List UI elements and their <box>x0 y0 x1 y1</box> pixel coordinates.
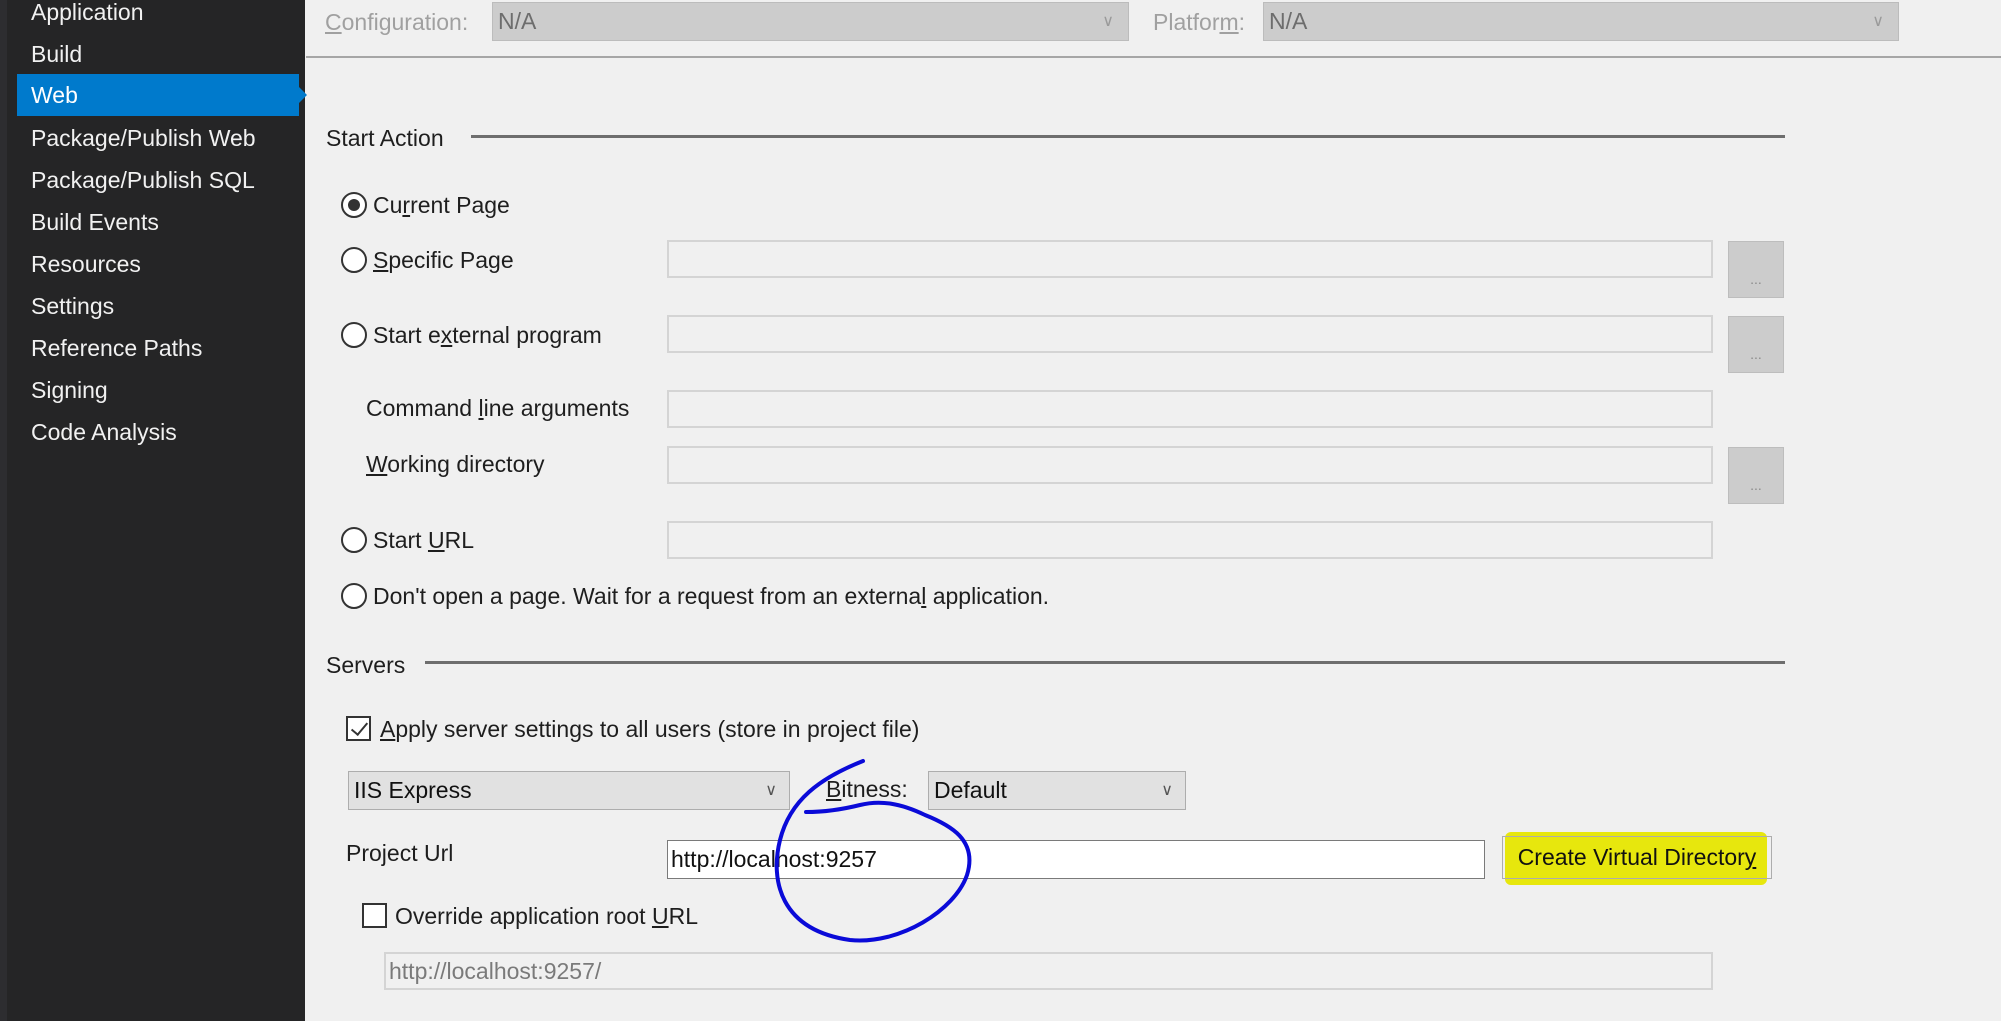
sidebar-item-package-publish-web[interactable]: Package/Publish Web <box>17 117 299 159</box>
specific-page-label[interactable]: Specific Page <box>373 247 514 274</box>
platform-label-accel: m <box>1219 9 1239 35</box>
command-line-arguments-input[interactable] <box>667 390 1713 428</box>
specific-page-input[interactable] <box>667 240 1713 278</box>
chevron-down-icon: ∨ <box>765 782 777 799</box>
label-pre: Start e <box>373 322 441 348</box>
label-pre: Cu <box>373 192 403 218</box>
platform-dropdown[interactable]: N/A ∨ <box>1263 2 1899 41</box>
override-root-url-label[interactable]: Override application root URL <box>395 903 698 930</box>
specific-page-browse-button[interactable]: ... <box>1728 241 1784 298</box>
working-directory-browse-button[interactable]: ... <box>1728 447 1784 504</box>
radio-start-external-program[interactable] <box>341 322 367 348</box>
label-pre: Start <box>373 527 428 553</box>
project-url-label: Project Url <box>346 840 454 866</box>
server-dropdown[interactable]: IIS Express ∨ <box>348 771 790 810</box>
create-virtual-directory-button[interactable]: Create Virtual Directory <box>1502 836 1772 879</box>
start-external-program-label[interactable]: Start external program <box>373 322 602 349</box>
external-program-browse-button[interactable]: ... <box>1728 316 1784 373</box>
label-accel: r <box>402 192 411 218</box>
sidebar-item-web[interactable]: Web <box>17 74 307 116</box>
override-root-url-input[interactable]: http://localhost:9257/ <box>384 952 1713 990</box>
start-action-rule <box>471 135 1785 138</box>
sidebar-item-build[interactable]: Build <box>17 33 299 75</box>
platform-label-pre: Platfor <box>1153 9 1220 35</box>
label-accel: W <box>366 451 388 477</box>
chevron-down-icon: ∨ <box>1102 13 1114 30</box>
label-accel: U <box>651 903 669 929</box>
label-accel: U <box>427 527 445 553</box>
start-url-input[interactable] <box>667 521 1713 559</box>
external-program-input[interactable] <box>667 315 1713 353</box>
sidebar-item-signing[interactable]: Signing <box>17 369 299 411</box>
platform-value: N/A <box>1269 8 1308 34</box>
working-directory-input[interactable] <box>667 446 1713 484</box>
sidebar-item-build-events[interactable]: Build Events <box>17 201 299 243</box>
sidebar-item-reference-paths[interactable]: Reference Paths <box>17 327 299 369</box>
server-value: IIS Express <box>354 777 472 803</box>
current-page-label[interactable]: Current Page <box>373 192 510 219</box>
label-post: application. <box>926 583 1050 609</box>
project-url-input[interactable]: http://localhost:9257 <box>667 840 1485 879</box>
bitness-label: Bitness: <box>826 776 908 803</box>
radio-start-url[interactable] <box>341 527 367 553</box>
platform-label: Platform: <box>1153 9 1245 36</box>
radio-current-page[interactable] <box>341 192 367 218</box>
sidebar-edge <box>0 0 7 1021</box>
sidebar-item-code-analysis[interactable]: Code Analysis <box>17 411 299 453</box>
sidebar-item-resources[interactable]: Resources <box>17 243 299 285</box>
label-accel: x <box>440 322 453 348</box>
configuration-dropdown[interactable]: N/A ∨ <box>492 2 1129 41</box>
sidebar: Application Build Web Package/Publish We… <box>0 0 307 1021</box>
override-root-url-checkbox[interactable] <box>362 903 387 928</box>
label-pre: Create Virtual Director <box>1517 844 1745 870</box>
working-directory-label: Working directory <box>366 451 545 478</box>
sidebar-item-application[interactable]: Application <box>17 0 299 33</box>
label-post: RL <box>668 903 698 929</box>
label-pre: Override application root <box>395 903 652 929</box>
configuration-label-post: onfiguration: <box>341 9 469 35</box>
label-post: RL <box>444 527 474 553</box>
label-post: ine arguments <box>483 395 630 421</box>
dont-open-page-label[interactable]: Don't open a page. Wait for a request fr… <box>373 583 1049 610</box>
sidebar-item-settings[interactable]: Settings <box>17 285 299 327</box>
label-post: ternal program <box>452 322 602 348</box>
apply-server-settings-checkbox[interactable] <box>346 716 371 741</box>
chevron-down-icon: ∨ <box>1161 782 1173 799</box>
label-post: rent Page <box>410 192 510 218</box>
label-post: pecific Page <box>388 247 514 273</box>
platform-label-post: : <box>1238 9 1246 35</box>
command-line-arguments-label: Command line arguments <box>366 395 629 422</box>
chevron-down-icon: ∨ <box>1872 13 1884 30</box>
label-accel: S <box>373 247 389 273</box>
radio-specific-page[interactable] <box>341 247 367 273</box>
servers-title: Servers <box>326 652 406 678</box>
start-action-title: Start Action <box>326 125 444 151</box>
servers-rule <box>425 661 1785 664</box>
configuration-label-accel: C <box>325 9 342 35</box>
label-accel: y <box>1744 844 1757 870</box>
configuration-value: N/A <box>498 8 537 34</box>
label-pre: Command <box>366 395 479 421</box>
sidebar-item-package-publish-sql[interactable]: Package/Publish SQL <box>17 159 299 201</box>
bitness-dropdown[interactable]: Default ∨ <box>928 771 1186 810</box>
apply-server-settings-label[interactable]: Apply server settings to all users (stor… <box>380 716 919 743</box>
label-pre: Don't open a page. Wait for a request fr… <box>373 583 922 609</box>
label-post: itness: <box>841 776 908 802</box>
config-divider <box>306 56 2001 58</box>
label-accel: A <box>380 716 396 742</box>
bitness-value: Default <box>934 777 1007 803</box>
label-accel: B <box>826 776 842 802</box>
label-post: orking directory <box>387 451 545 477</box>
label-post: pply server settings to all users (store… <box>395 716 920 742</box>
radio-dont-open-page[interactable] <box>341 583 367 609</box>
start-url-label[interactable]: Start URL <box>373 527 474 554</box>
configuration-label: Configuration: <box>325 9 468 36</box>
